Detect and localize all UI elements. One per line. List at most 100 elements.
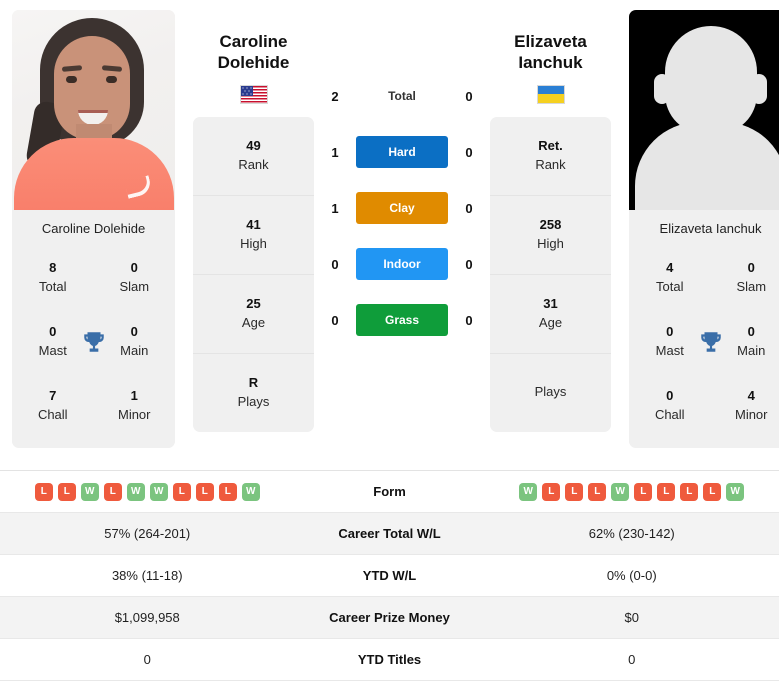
- left-info-age: 25 Age: [193, 275, 314, 354]
- row-label-career-total-wl: Career Total W/L: [338, 526, 441, 541]
- form-badge-w[interactable]: W: [80, 482, 99, 501]
- trophy-icon: [83, 332, 104, 352]
- left-titles-slam: 0 Slam: [119, 260, 150, 294]
- h2h-clay-left: 1: [331, 200, 339, 216]
- h2h-indoor-right: 0: [465, 256, 473, 272]
- left-titles-minor: 1 Minor: [117, 388, 151, 422]
- right-career-prize-money: $0: [624, 610, 639, 625]
- left-info-high: 41 High: [193, 196, 314, 275]
- left-player-name: Caroline Dolehide: [217, 32, 290, 72]
- table-row-ytd-titles: 0 YTD Titles 0: [0, 639, 779, 681]
- form-badge-w[interactable]: W: [126, 482, 145, 501]
- table-row-career-total-wl: 57% (264-201) Career Total W/L 62% (230-…: [0, 513, 779, 555]
- form-badge-w[interactable]: W: [519, 482, 538, 501]
- h2h-total-right: 0: [465, 88, 473, 104]
- left-player-info-card: 49 Rank 41 High 25 Age R Plays: [193, 116, 314, 432]
- left-ytd-titles: 0: [143, 652, 151, 667]
- h2h-row-indoor: 0 Indoor 0: [314, 236, 490, 292]
- h2h-grass-right: 0: [465, 312, 473, 328]
- h2h-clay-right: 0: [465, 200, 473, 216]
- left-player-photo-name: Caroline Dolehide: [12, 210, 175, 246]
- form-badge-l[interactable]: L: [703, 482, 722, 501]
- h2h-row-clay: 1 Clay 0: [314, 180, 490, 236]
- right-player-card: Elizaveta Ianchuk 4 Total 0 Slam 0 Mast: [629, 10, 779, 448]
- right-titles-slam: 0 Slam: [736, 260, 767, 294]
- h2h-total-left: 2: [331, 88, 339, 104]
- h2h-grass-left: 0: [331, 312, 339, 328]
- right-player-titles-grid: 4 Total 0 Slam 0 Mast 0 Main 0 Chall 4 M…: [629, 246, 779, 448]
- form-badge-w[interactable]: W: [611, 482, 630, 501]
- left-career-prize-money: $1,099,958: [114, 610, 180, 625]
- right-player-photo-name: Elizaveta Ianchuk: [629, 210, 779, 246]
- form-badge-l[interactable]: L: [565, 482, 584, 501]
- form-badge-l[interactable]: L: [172, 482, 191, 501]
- right-form-cell: WLLLWLLLLW: [485, 482, 779, 501]
- left-career-total-wl: 57% (264-201): [104, 526, 191, 541]
- h2h-row-hard: 1 Hard 0: [314, 124, 490, 180]
- left-info-rank: 49 Rank: [193, 117, 314, 196]
- form-badge-l[interactable]: L: [195, 482, 214, 501]
- left-player-info-column: Caroline Dolehide 49 Rank 41 High 25 Age…: [193, 10, 314, 432]
- right-player-info-card: Ret. Rank 258 High 31 Age Plays: [490, 116, 611, 432]
- left-player-flag-wrap: [193, 84, 314, 104]
- left-titles-total: 8 Total: [39, 260, 67, 294]
- row-label-ytd-wl: YTD W/L: [362, 568, 417, 583]
- row-label-ytd-titles: YTD Titles: [357, 652, 422, 667]
- form-badge-l[interactable]: L: [57, 482, 76, 501]
- h2h-grass-label[interactable]: Grass: [356, 304, 448, 336]
- right-info-plays: Plays: [534, 384, 567, 400]
- form-badge-l[interactable]: L: [588, 482, 607, 501]
- table-row-ytd-wl: 38% (11-18) YTD W/L 0% (0-0): [0, 555, 779, 597]
- form-badge-l[interactable]: L: [218, 482, 237, 501]
- titles-row-mast-main: 0 Mast 0 Main: [629, 310, 779, 374]
- avatar-placeholder-icon: [629, 10, 779, 210]
- titles-row-total-slam: 8 Total 0 Slam: [12, 246, 175, 310]
- form-badge-l[interactable]: L: [34, 482, 53, 501]
- right-form-badges: WLLLWLLLLW: [519, 482, 745, 501]
- h2h-indoor-left: 0: [331, 256, 339, 272]
- right-titles-minor: 4 Minor: [734, 388, 768, 422]
- h2h-indoor-label[interactable]: Indoor: [356, 248, 448, 280]
- right-player-panel: Elizaveta Ianchuk 4 Total 0 Slam 0 Mast: [629, 10, 779, 448]
- right-player-flag-wrap: [490, 84, 611, 104]
- h2h-hard-label[interactable]: Hard: [356, 136, 448, 168]
- h2h-row-grass: 0 Grass 0: [314, 292, 490, 348]
- table-row-form: LLWLWWLLLW Form WLLLWLLLLW: [0, 471, 779, 513]
- form-badge-l[interactable]: L: [542, 482, 561, 501]
- trophy-icon: [700, 332, 721, 352]
- head-to-head-column: 2 Total 0 1 Hard 0 1 Clay 0 0 Indoor 0 0…: [314, 10, 490, 348]
- left-player-card: Caroline Dolehide 8 Total 0 Slam 0 Mast: [12, 10, 175, 448]
- h2h-hard-right: 0: [465, 144, 473, 160]
- player-comparison-header: Caroline Dolehide 8 Total 0 Slam 0 Mast: [0, 0, 779, 470]
- right-career-total-wl: 62% (230-142): [588, 526, 675, 541]
- right-titles-chall: 0 Chall: [654, 388, 685, 422]
- left-info-plays: R Plays: [237, 374, 270, 409]
- form-badge-l[interactable]: L: [680, 482, 699, 501]
- right-player-name: Elizaveta Ianchuk: [514, 32, 587, 72]
- row-label-career-prize-money: Career Prize Money: [329, 610, 450, 625]
- form-badge-l[interactable]: L: [103, 482, 122, 501]
- form-badge-w[interactable]: W: [149, 482, 168, 501]
- right-ytd-titles: 0: [628, 652, 636, 667]
- left-player-titles-grid: 8 Total 0 Slam 0 Mast 0 Main 7 Chall 1 M…: [12, 246, 175, 448]
- titles-row-mast-main: 0 Mast 0 Main: [12, 310, 175, 374]
- left-player-panel: Caroline Dolehide 8 Total 0 Slam 0 Mast: [12, 10, 175, 448]
- right-player-info-column: Elizaveta Ianchuk Ret. Rank 258 High 31 …: [490, 10, 611, 432]
- ua-flag-icon: [536, 84, 565, 104]
- form-badge-w[interactable]: W: [241, 482, 260, 501]
- row-label-form: Form: [373, 484, 406, 499]
- form-badge-l[interactable]: L: [657, 482, 676, 501]
- form-badge-w[interactable]: W: [726, 482, 745, 501]
- right-titles-total: 4 Total: [656, 260, 684, 294]
- left-titles-chall: 7 Chall: [37, 388, 68, 422]
- h2h-clay-label[interactable]: Clay: [356, 192, 448, 224]
- titles-row-chall-minor: 7 Chall 1 Minor: [12, 374, 175, 438]
- left-form-badges: LLWLWWLLLW: [34, 482, 260, 501]
- comparison-stats-table: LLWLWWLLLW Form WLLLWLLLLW 57% (264-201)…: [0, 470, 779, 681]
- us-flag-icon: [239, 84, 268, 104]
- form-badge-l[interactable]: L: [634, 482, 653, 501]
- right-info-high: 258 High: [490, 196, 611, 275]
- h2h-total-label: Total: [388, 89, 416, 103]
- left-player-photo: [12, 10, 175, 210]
- right-info-age: 31 Age: [490, 275, 611, 354]
